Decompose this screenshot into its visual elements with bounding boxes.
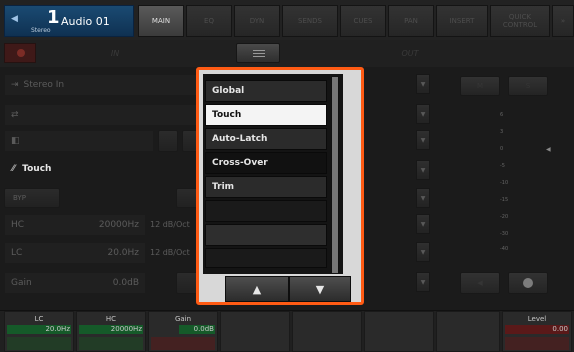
- lc-value: 20.0Hz: [107, 248, 139, 258]
- input-icon: ⇥: [11, 80, 19, 90]
- hc-row[interactable]: HC 20000Hz: [4, 214, 146, 236]
- bottom-gain-label: Gain: [174, 315, 192, 323]
- out-dropdown-8[interactable]: ▼: [416, 272, 430, 292]
- lc-label: LC: [11, 248, 23, 258]
- menu-icon: [253, 50, 265, 51]
- tab-cues[interactable]: CUES: [340, 5, 386, 37]
- bottom-level[interactable]: Level 0.00: [502, 311, 572, 352]
- phase-icon: ⇄: [11, 110, 19, 120]
- list-item-cross-over[interactable]: Cross-Over: [205, 152, 327, 174]
- insert-icon: ◧: [11, 136, 20, 146]
- channel-selector[interactable]: ◀ 1 Stereo Audio 01: [4, 5, 134, 37]
- list-item-empty-1: [205, 200, 327, 222]
- tab-pan[interactable]: PAN: [388, 5, 434, 37]
- tab-quick-control[interactable]: QUICK CONTROL: [490, 5, 550, 37]
- out-dropdown-6[interactable]: ▼: [416, 214, 430, 234]
- lc-slope: 12 dB/Oct: [150, 248, 190, 257]
- monitor-button[interactable]: ◀: [460, 272, 500, 294]
- insert-row[interactable]: ◧: [4, 130, 154, 152]
- record-icon: [17, 49, 25, 57]
- out-dropdown-1[interactable]: ▼: [416, 74, 430, 94]
- bottom-slot-6[interactable]: [364, 311, 434, 352]
- scrollbar-thumb[interactable]: [332, 77, 338, 273]
- in-label: IN: [110, 48, 120, 58]
- tab-eq[interactable]: EQ: [186, 5, 232, 37]
- speaker-icon: ◀: [477, 279, 483, 287]
- list-item-empty-2: [205, 224, 327, 246]
- out-dropdown-2[interactable]: ▼: [416, 104, 430, 124]
- list-scrollbar[interactable]: [331, 76, 339, 273]
- tab-sends[interactable]: SENDS: [282, 5, 338, 37]
- bottom-lc[interactable]: LC 20.0Hz: [4, 311, 74, 352]
- bottom-lc-label: LC: [34, 315, 44, 323]
- record-dot-icon: [523, 278, 533, 288]
- list-item-auto-latch[interactable]: Auto-Latch: [205, 128, 327, 150]
- gain-label: Gain: [11, 278, 32, 288]
- chevron-right-icon: »: [560, 17, 566, 25]
- list-item-global[interactable]: Global: [205, 80, 327, 102]
- bottom-level-value: 0.00: [552, 325, 568, 333]
- out-label: OUT: [401, 48, 419, 58]
- channel-number: 1: [47, 7, 60, 28]
- out-dropdown-7[interactable]: ▼: [416, 242, 430, 262]
- phase-row[interactable]: ⇄: [4, 104, 204, 126]
- gain-value: 0.0dB: [112, 278, 139, 288]
- channel-name: Audio 01: [61, 15, 110, 28]
- automation-icon: ⁄⁄: [12, 164, 16, 174]
- automation-mode-label: Touch: [22, 164, 52, 174]
- fader-pointer-icon: ◀: [546, 146, 551, 153]
- hc-label: HC: [11, 220, 25, 230]
- scroll-up-button[interactable]: ▲: [225, 276, 289, 302]
- chevron-up-icon: ▲: [252, 282, 262, 296]
- hc-slope: 12 dB/Oct: [150, 220, 190, 229]
- hc-value: 20000Hz: [98, 220, 139, 230]
- channel-prev-icon[interactable]: ◀: [11, 14, 18, 24]
- bottom-gain-value: 0.0dB: [193, 325, 214, 333]
- out-dropdown-3[interactable]: ▼: [416, 130, 430, 150]
- bottom-slot-4[interactable]: [220, 311, 290, 352]
- bottom-slot-7[interactable]: [436, 311, 500, 352]
- out-dropdown-4[interactable]: ▼: [416, 160, 430, 180]
- tab-main[interactable]: MAIN: [138, 5, 184, 37]
- scroll-down-button[interactable]: ▼: [289, 276, 351, 302]
- bottom-hc-value: 20000Hz: [110, 325, 142, 333]
- menu-button[interactable]: [236, 43, 280, 63]
- listen-button[interactable]: [508, 272, 548, 294]
- automation-mode-popup: Global Touch Auto-Latch Cross-Over Trim …: [196, 67, 364, 305]
- channel-stereo-label: Stereo: [31, 27, 51, 34]
- list-item-empty-3: [205, 248, 327, 268]
- tab-dyn[interactable]: DYN: [234, 5, 280, 37]
- bypass-label: BYP: [13, 194, 26, 202]
- bypass-button[interactable]: BYP: [4, 188, 60, 208]
- mute-button[interactable]: M: [460, 76, 500, 96]
- bottom-hc-label: HC: [105, 315, 117, 323]
- chevron-down-icon: ▼: [315, 282, 325, 296]
- insert-button[interactable]: [158, 130, 178, 152]
- automation-mode-list: Global Touch Auto-Latch Cross-Over Trim: [203, 74, 343, 274]
- list-item-trim[interactable]: Trim: [205, 176, 327, 198]
- automation-mode-field[interactable]: ⁄⁄ Touch: [12, 164, 51, 174]
- gain-row[interactable]: Gain 0.0dB: [4, 272, 146, 294]
- bottom-gain[interactable]: Gain 0.0dB: [148, 311, 218, 352]
- solo-button[interactable]: S: [508, 76, 548, 96]
- record-button[interactable]: [4, 43, 36, 63]
- fader-scale[interactable]: 6 3 0 -5 -10 -15 -20 -30 -40: [470, 112, 544, 252]
- out-dropdown-5[interactable]: ▼: [416, 188, 430, 208]
- input-name: Stereo In: [23, 80, 65, 90]
- input-routing-row[interactable]: ⇥ Stereo In: [4, 74, 204, 96]
- bottom-slot-5[interactable]: [292, 311, 362, 352]
- tab-insert[interactable]: INSERT: [436, 5, 488, 37]
- list-item-touch[interactable]: Touch: [205, 104, 327, 126]
- bottom-hc[interactable]: HC 20000Hz: [76, 311, 146, 352]
- lc-row[interactable]: LC 20.0Hz: [4, 242, 146, 264]
- bottom-lc-value: 20.0Hz: [45, 325, 70, 333]
- bottom-level-label: Level: [527, 315, 547, 323]
- tab-next[interactable]: »: [552, 5, 574, 37]
